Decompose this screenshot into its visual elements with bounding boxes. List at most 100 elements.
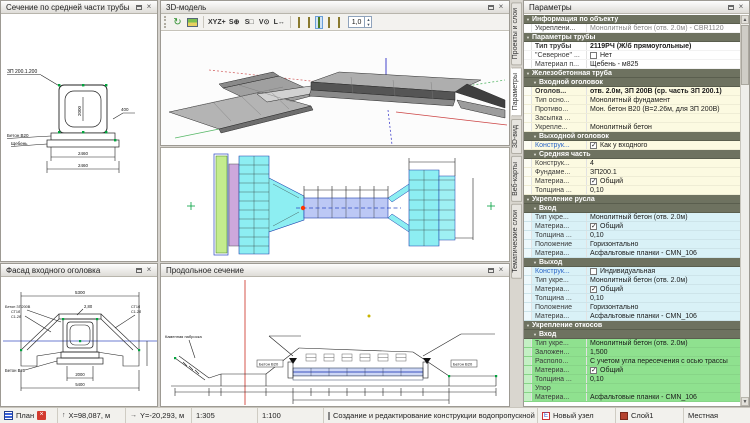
param-section-header[interactable]: Железобетонная труба	[524, 69, 740, 78]
side-tab-4[interactable]: Тематические слои	[511, 204, 522, 279]
checkbox[interactable]	[590, 52, 597, 59]
x-coordinate-field[interactable]: ↑ X=98,087, м	[58, 408, 126, 423]
param-section-header[interactable]: Вход	[524, 330, 740, 339]
param-row[interactable]: Укреплени...Монолитный бетон (отв. 2.0м)…	[524, 24, 740, 33]
render-mode-icon-3[interactable]	[315, 16, 323, 29]
facade-viewport[interactable]: 5300 2,80 Бетон ЗП200В СТ1б С1.2б СТ1б С…	[1, 278, 157, 406]
param-row[interactable]: ПоложениеГоризонтально	[524, 240, 740, 249]
param-row[interactable]: Укрепле...Монолитный бетон	[524, 123, 740, 132]
param-row[interactable]: Толщина ...0,10	[524, 294, 740, 303]
view-icon[interactable]: V⊙	[258, 16, 271, 29]
param-section-header[interactable]: Входной оголовок	[524, 78, 740, 87]
side-tab-3[interactable]: Веб-карты	[511, 156, 522, 202]
param-section-header[interactable]: Выход	[524, 258, 740, 267]
param-row[interactable]: ПоложениеГоризонтально	[524, 303, 740, 312]
param-section-header[interactable]: Средняя часть	[524, 150, 740, 159]
grid-view-icon[interactable]	[186, 16, 199, 29]
param-row[interactable]: Материа...Асфальтовые планки - CMN_106	[524, 393, 740, 402]
checkbox[interactable]	[590, 223, 597, 230]
render-mode-icon-2[interactable]	[305, 16, 313, 29]
plan-tab[interactable]: План ×	[0, 408, 58, 423]
param-section-header[interactable]: Параметры трубы	[524, 33, 740, 42]
param-row[interactable]: Материал п...Щебень - м825	[524, 60, 740, 69]
param-row[interactable]: Заложен...1,500	[524, 348, 740, 357]
param-row[interactable]: Фундаме...ЗП200.1	[524, 168, 740, 177]
float-icon[interactable]	[486, 265, 496, 275]
model3d-viewport[interactable]	[161, 32, 509, 145]
param-row[interactable]: Толщина ...0,10	[524, 375, 740, 384]
scale-spinner[interactable]: 1,0 ▲▼	[348, 16, 373, 28]
param-row[interactable]: Материа...Асфальтовые планки - CMN_106	[524, 312, 740, 321]
render-mode-icon-4[interactable]	[325, 16, 333, 29]
close-icon[interactable]: ×	[144, 265, 154, 275]
param-row[interactable]: Конструк...Как у входного	[524, 141, 740, 150]
float-icon[interactable]	[134, 2, 144, 12]
close-icon[interactable]: ×	[496, 265, 506, 275]
param-section-header[interactable]: Укрепление русла	[524, 195, 740, 204]
param-section-header[interactable]: Вход	[524, 204, 740, 213]
param-row[interactable]: Материа...Общий	[524, 222, 740, 231]
param-row[interactable]: Материа...Общий	[524, 177, 740, 186]
scroll-down-icon[interactable]: ▼	[741, 397, 749, 406]
param-row[interactable]: Тип укре...Монолитный бетон (отв. 2.0м)	[524, 276, 740, 285]
render-mode-icon-5[interactable]	[335, 16, 343, 29]
param-section-header[interactable]: Выходной оголовок	[524, 132, 740, 141]
refresh-icon[interactable]: ↻	[171, 16, 184, 29]
close-icon[interactable]: ×	[736, 2, 746, 12]
checkbox[interactable]	[590, 268, 597, 275]
section-drawing: ЗП 200.1.200 2000 400 Бетон В20 Щебень 2…	[1, 15, 158, 262]
param-row[interactable]: Противо...Мон. бетон В20 (В=2.26м, для З…	[524, 105, 740, 114]
param-row[interactable]: "Северное" ...Нет	[524, 51, 740, 60]
side-tab-1[interactable]: Параметры	[511, 67, 522, 116]
toolbar-drag-handle[interactable]	[164, 16, 167, 28]
svg-text:2000: 2000	[75, 372, 85, 377]
coordinate-system[interactable]: Местная	[684, 408, 750, 423]
current-node[interactable]: E Новый узел	[538, 408, 616, 423]
float-icon[interactable]	[726, 2, 736, 12]
param-row[interactable]: Толщина ...0,10	[524, 186, 740, 195]
close-plan-icon[interactable]: ×	[37, 411, 46, 420]
close-icon[interactable]: ×	[144, 2, 154, 12]
param-row[interactable]: Располо...С учетом угла пересечения с ос…	[524, 357, 740, 366]
length-icon[interactable]: L↔	[273, 16, 286, 29]
side-tab-2[interactable]: 3D-вид	[511, 119, 522, 154]
parameters-scrollbar[interactable]: ▲ ▼	[740, 15, 749, 406]
checkbox[interactable]	[590, 286, 597, 293]
param-row[interactable]: Засыпка ...	[524, 114, 740, 123]
param-row[interactable]: Тип укре...Монолитный бетон (отв. 2.0м)	[524, 213, 740, 222]
param-row[interactable]: Упор	[524, 384, 740, 393]
param-row[interactable]: Конструк...Индивидуальная	[524, 267, 740, 276]
scrollbar-thumb[interactable]	[741, 25, 749, 85]
snap-box-icon[interactable]: S□	[243, 16, 256, 29]
scroll-up-icon[interactable]: ▲	[741, 15, 749, 24]
render-mode-icon-1[interactable]	[295, 16, 303, 29]
checkbox[interactable]	[590, 178, 597, 185]
param-row[interactable]: Материа...Асфальтовые планки - CMN_106	[524, 249, 740, 258]
side-tab-0[interactable]: Проекты и слои	[511, 2, 522, 65]
param-row[interactable]: Конструк...4	[524, 159, 740, 168]
xyz-axes-icon[interactable]: XYZ+	[208, 16, 226, 29]
param-row[interactable]: Оголов...отв. 2.0м, ЗП 200В (ср. часть З…	[524, 87, 740, 96]
section-mid-viewport[interactable]: ЗП 200.1.200 2000 400 Бетон В20 Щебень 2…	[1, 15, 157, 261]
checkbox[interactable]	[590, 367, 597, 374]
param-row[interactable]: Тип осно...Монолитный фундамент	[524, 96, 740, 105]
current-layer[interactable]: Слой1	[616, 408, 684, 423]
param-row[interactable]: Тип трубы2119РЧ (Ж/б прямоугольные)	[524, 42, 740, 51]
plan-viewport[interactable]	[160, 147, 510, 262]
longitudinal-viewport[interactable]: Каменная наброска Бетон В20 Бетон В20	[161, 278, 509, 406]
float-icon[interactable]	[134, 265, 144, 275]
checkbox[interactable]	[590, 142, 597, 149]
horizontal-scale-field[interactable]: 1:305	[192, 408, 258, 423]
param-row[interactable]: Материа...Общий	[524, 366, 740, 375]
param-row[interactable]: Толщина ...0,10	[524, 231, 740, 240]
snap-point-icon[interactable]: S⊕	[228, 16, 241, 29]
float-icon[interactable]	[486, 2, 496, 12]
param-row[interactable]: Тип укре...Монолитный бетон (отв. 2.0м)	[524, 339, 740, 348]
param-section-header[interactable]: Информация по объекту	[524, 15, 740, 24]
spinner-arrows[interactable]: ▲▼	[364, 17, 371, 27]
param-section-header[interactable]: Укрепление откосов	[524, 321, 740, 330]
close-icon[interactable]: ×	[496, 2, 506, 12]
vertical-scale-field[interactable]: 1:100	[258, 408, 324, 423]
param-row[interactable]: Материа...Общий	[524, 285, 740, 294]
y-coordinate-field[interactable]: → Y=-20,293, м	[126, 408, 192, 423]
